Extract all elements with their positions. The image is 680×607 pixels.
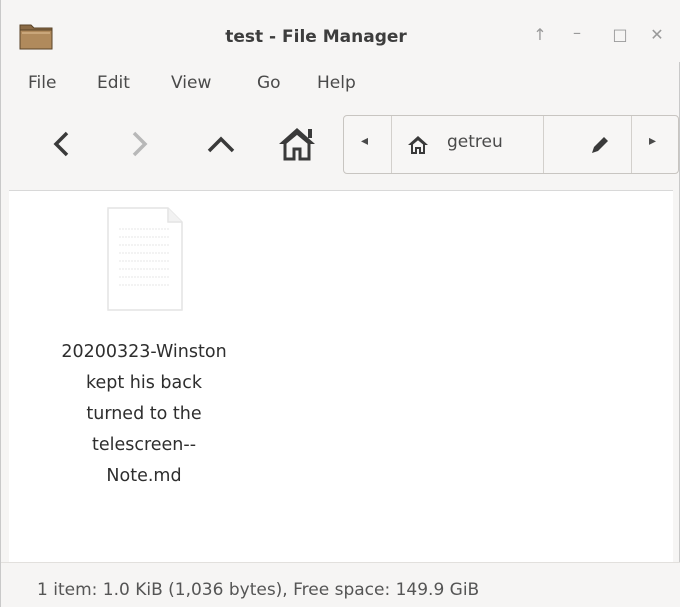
maximize-button[interactable]: □ bbox=[609, 24, 631, 46]
file-name-line: turned to the bbox=[86, 404, 202, 424]
path-edit-button[interactable] bbox=[544, 116, 632, 173]
menu-help[interactable]: Help bbox=[317, 73, 356, 93]
keep-above-button[interactable]: ↑ bbox=[529, 24, 551, 46]
file-name-line: Note.md bbox=[106, 466, 182, 486]
file-manager-window: test - File Manager ↑ – □ ✕ File Edit Vi… bbox=[0, 0, 680, 607]
path-scroll-left-button[interactable]: ◂ bbox=[344, 116, 392, 173]
status-text: 1 item: 1.0 KiB (1,036 bytes), Free spac… bbox=[37, 580, 480, 600]
chevron-up-icon[interactable] bbox=[199, 122, 243, 166]
close-button[interactable]: ✕ bbox=[646, 24, 668, 46]
menu-edit[interactable]: Edit bbox=[97, 73, 130, 93]
path-scroll-right-button[interactable]: ▸ bbox=[632, 116, 678, 173]
path-left-arrow-icon: ◂ bbox=[361, 133, 369, 149]
path-right-arrow-icon: ▸ bbox=[649, 133, 657, 149]
menu-bar: File Edit View Go Help bbox=[1, 68, 680, 100]
file-name-line: kept his back bbox=[85, 373, 203, 393]
chevron-right-icon[interactable] bbox=[117, 122, 161, 166]
path-bar: ◂ ▸ bbox=[343, 115, 679, 174]
menu-go[interactable]: Go bbox=[257, 73, 281, 93]
file-name-label: 20200323-Winston kept his back turned to… bbox=[33, 337, 255, 492]
text-file-icon bbox=[107, 207, 183, 311]
window-title-text: test - File Manager bbox=[225, 27, 407, 47]
title-bar[interactable]: test - File Manager ↑ – □ ✕ bbox=[1, 0, 680, 62]
menu-view[interactable]: View bbox=[171, 73, 211, 93]
file-name-line: telescreen-- bbox=[91, 435, 197, 455]
pencil-icon bbox=[592, 137, 608, 153]
file-view[interactable]: 20200323-Winston kept his back turned to… bbox=[9, 190, 673, 562]
home-icon bbox=[408, 136, 428, 154]
file-name-line: 20200323-Winston bbox=[61, 342, 227, 362]
chevron-left-icon[interactable] bbox=[41, 122, 85, 166]
status-bar: 1 item: 1.0 KiB (1,036 bytes), Free spac… bbox=[1, 562, 680, 607]
path-segment-label: getreu bbox=[447, 132, 503, 152]
minimize-button[interactable]: – bbox=[566, 22, 588, 44]
home-icon[interactable] bbox=[275, 122, 319, 166]
menu-file[interactable]: File bbox=[28, 73, 56, 93]
